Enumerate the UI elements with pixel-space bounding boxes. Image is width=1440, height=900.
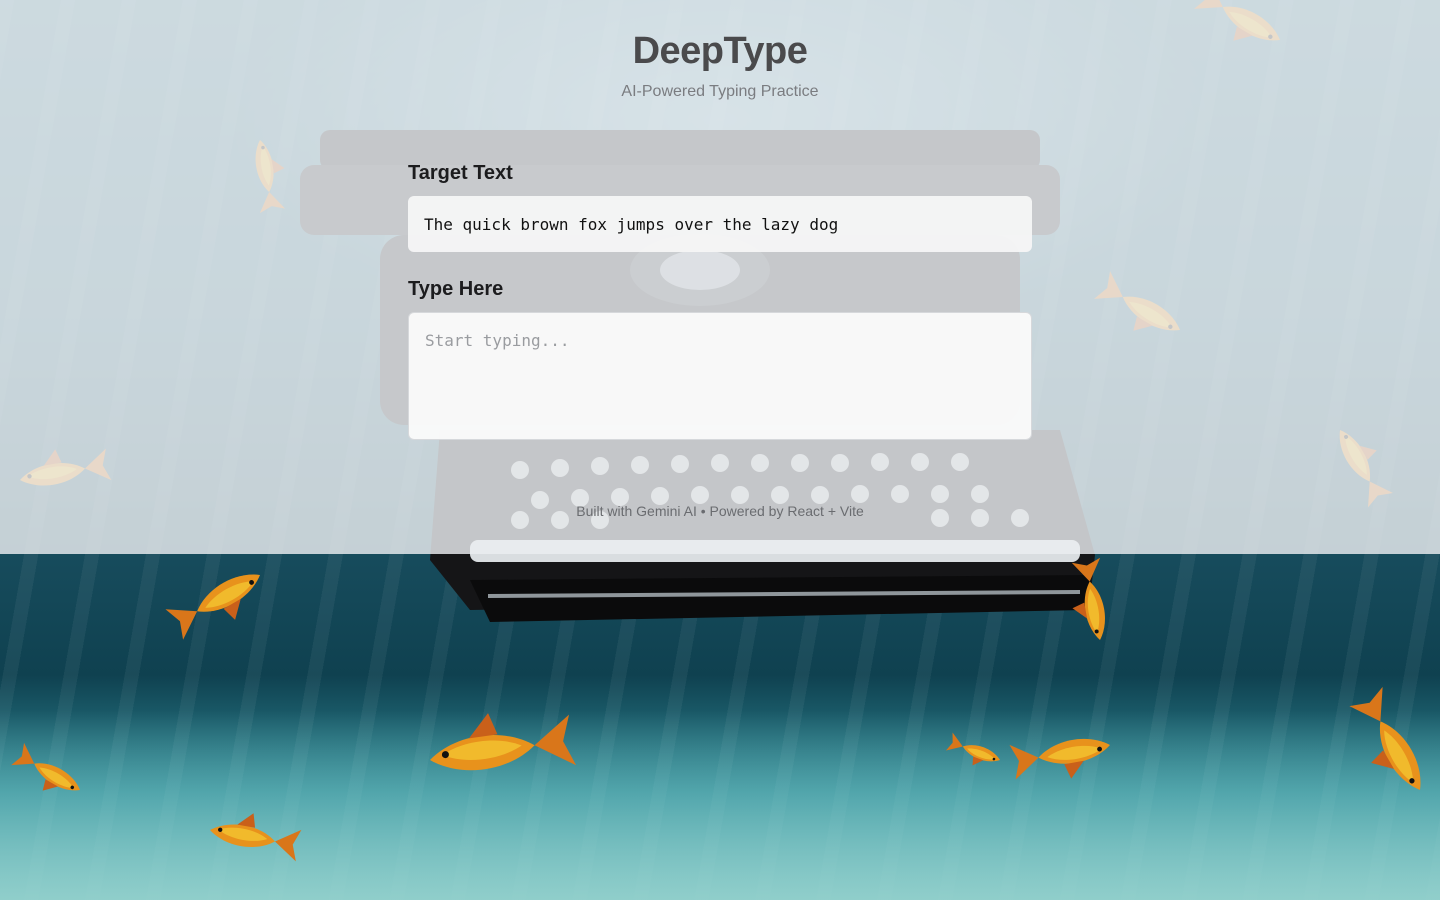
app-title: DeepType [632, 30, 808, 72]
target-text-label: Target Text [408, 162, 513, 184]
target-text-content: The quick brown fox jumps over the lazy … [424, 214, 839, 234]
footer-credits: Built with Gemini AI • Powered by React … [576, 503, 864, 519]
app-container: DeepType AI-Powered Typing Practice Targ… [0, 0, 1440, 554]
app-subtitle: AI-Powered Typing Practice [621, 83, 819, 100]
type-here-label: Type Here [408, 278, 504, 300]
target-text-display: The quick brown fox jumps over the lazy … [408, 196, 1032, 252]
typing-input[interactable] [408, 312, 1032, 440]
